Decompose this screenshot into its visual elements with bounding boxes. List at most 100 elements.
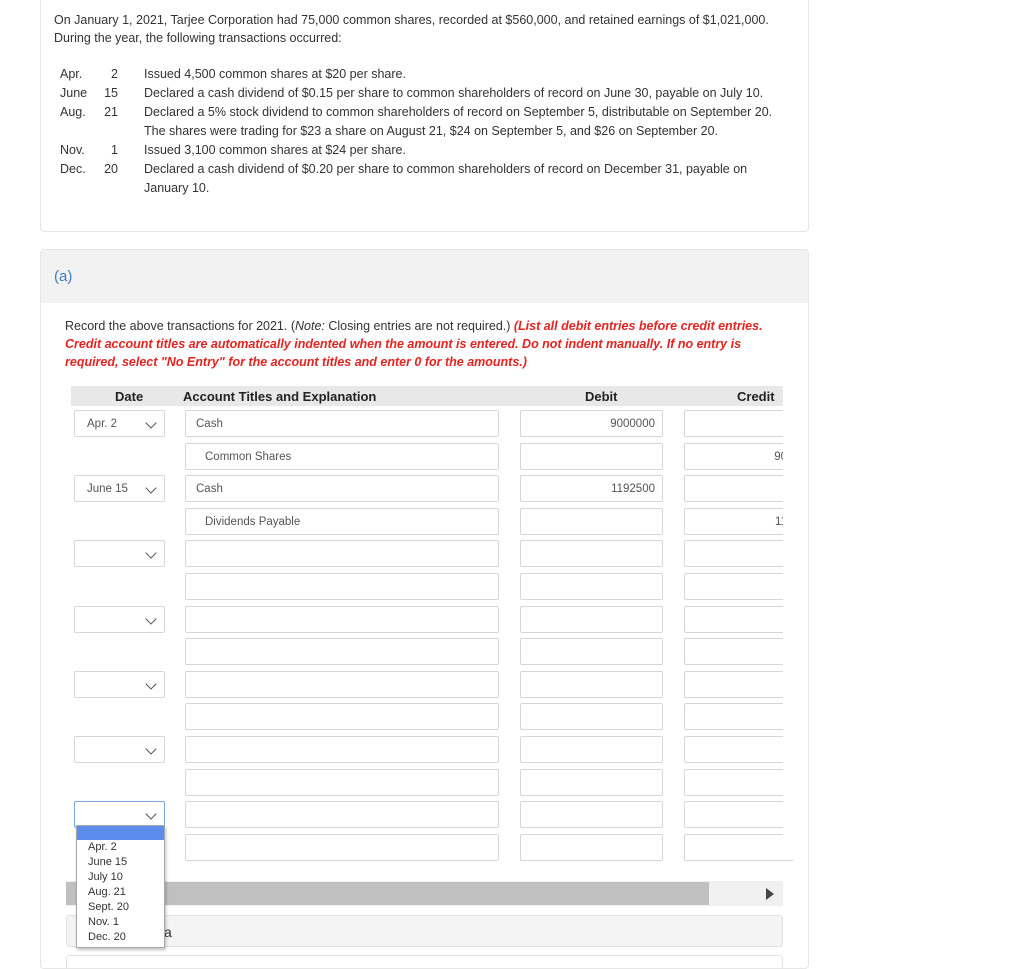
credit-input[interactable]: 11 (684, 507, 794, 535)
journal-line: Dividends Payable 11 (41, 507, 808, 536)
chevron-down-icon[interactable] (138, 672, 164, 697)
problem-intro: On January 1, 2021, Tarjee Corporation h… (54, 13, 769, 45)
transaction-day: 20 (104, 162, 118, 176)
transaction-day: 15 (104, 86, 118, 100)
transaction-day: 21 (104, 105, 118, 119)
credit-input[interactable] (684, 573, 794, 600)
date-option[interactable]: June 15 (77, 855, 164, 870)
table-clip (783, 380, 808, 860)
date-select[interactable] (74, 670, 165, 698)
account-title-input[interactable] (185, 768, 499, 796)
journal-line: June 15 Cash 1192500 (41, 475, 808, 503)
account-title-input[interactable] (185, 703, 499, 731)
debit-input[interactable] (520, 768, 663, 796)
transaction-day: 1 (111, 143, 118, 157)
transaction-item: Nov. 1 Issued 3,100 common shares at $24… (60, 141, 800, 160)
account-title-input[interactable] (185, 638, 499, 666)
transaction-text: Declared a cash dividend of $0.20 per sh… (144, 162, 748, 195)
journal-line: Common Shares 90 (41, 442, 808, 471)
media-section[interactable]: d Media (66, 915, 783, 947)
credit-input[interactable] (684, 410, 794, 437)
date-select-value: June 15 (87, 483, 128, 496)
date-option[interactable]: Apr. 2 (77, 840, 164, 855)
account-title-input[interactable]: Common Shares (185, 442, 499, 470)
debit-input[interactable] (520, 736, 663, 763)
journal-line (41, 573, 808, 601)
account-title-input[interactable] (185, 801, 499, 829)
credit-input[interactable] (684, 638, 794, 666)
journal-line (41, 670, 808, 699)
credit-input[interactable] (684, 833, 794, 861)
account-title-input[interactable]: Cash (185, 475, 499, 503)
date-select[interactable]: Apr. 2 (74, 410, 165, 437)
transaction-text: Issued 4,500 common shares at $20 per sh… (144, 67, 406, 81)
credit-input[interactable] (684, 540, 794, 568)
credit-input[interactable] (684, 475, 794, 503)
account-title-input[interactable] (185, 540, 499, 568)
part-header: (a) (41, 250, 808, 303)
journal-line: Apr. 2 Cash 9000000 (41, 410, 808, 438)
debit-input[interactable] (520, 573, 663, 600)
account-title-input[interactable] (185, 670, 499, 698)
chevron-down-icon[interactable] (138, 476, 164, 501)
date-option[interactable] (77, 826, 164, 840)
debit-input[interactable] (520, 703, 663, 731)
account-title-input[interactable]: Dividends Payable (185, 507, 499, 535)
date-option[interactable]: Sept. 20 (77, 900, 164, 915)
date-option[interactable]: Aug. 21 (77, 885, 164, 900)
debit-input[interactable] (520, 442, 663, 470)
horizontal-scrollbar[interactable] (66, 881, 783, 906)
chevron-down-icon[interactable] (138, 541, 164, 566)
credit-input[interactable] (684, 703, 794, 731)
debit-input[interactable]: 1192500 (520, 475, 663, 503)
credit-input[interactable] (684, 801, 794, 829)
transaction-text: Declared a 5% stock dividend to common s… (144, 105, 773, 138)
account-title-input[interactable] (185, 833, 499, 861)
date-option[interactable]: July 10 (77, 870, 164, 885)
debit-input[interactable] (520, 605, 663, 633)
credit-input[interactable] (684, 736, 794, 763)
debit-input[interactable] (520, 540, 663, 568)
journal-line (41, 605, 808, 634)
instruction-text-2: Closing entries are not required.) (324, 319, 514, 333)
header-date: Date (115, 389, 144, 404)
journal-table-header: Date Account Titles and Explanation Debi… (71, 386, 783, 406)
transaction-text: Issued 3,100 common shares at $24 per sh… (144, 143, 406, 157)
chevron-down-icon[interactable] (138, 607, 164, 632)
credit-input[interactable] (684, 768, 794, 796)
next-section[interactable] (66, 955, 783, 968)
journal-line (41, 703, 808, 731)
account-title-input[interactable] (185, 573, 499, 600)
date-option[interactable]: Nov. 1 (77, 915, 164, 930)
journal-line (41, 540, 808, 568)
credit-input[interactable]: 90 (684, 442, 794, 470)
note-label: Note: (295, 319, 325, 333)
credit-input[interactable] (684, 670, 794, 698)
debit-input[interactable] (520, 507, 663, 535)
chevron-down-icon[interactable] (138, 411, 164, 436)
chevron-down-icon[interactable] (138, 737, 164, 762)
date-select[interactable] (74, 540, 165, 568)
credit-input[interactable] (684, 605, 794, 633)
account-title-input[interactable] (185, 736, 499, 763)
debit-input[interactable] (520, 801, 663, 829)
account-title-input[interactable] (185, 605, 499, 633)
date-dropdown-list[interactable]: Apr. 2 June 15 July 10 Aug. 21 Sept. 20 Nov. … (76, 825, 165, 948)
scroll-right-arrow-icon[interactable] (766, 888, 774, 900)
date-option[interactable]: Dec. 20 (77, 930, 164, 945)
transaction-list: Apr. 2 Issued 4,500 common shares at $20… (60, 65, 800, 198)
date-select[interactable] (74, 736, 165, 763)
journal-line (41, 736, 808, 764)
debit-input[interactable]: 9000000 (520, 410, 663, 437)
debit-input[interactable] (520, 833, 663, 861)
account-title-input[interactable]: Cash (185, 410, 499, 437)
transaction-month: Dec. (60, 162, 86, 176)
instruction-text: Record the above transactions for 2021. … (65, 319, 295, 333)
chevron-down-icon[interactable] (138, 802, 164, 827)
instructions: Record the above transactions for 2021. … (65, 317, 785, 371)
transaction-item: Apr. 2 Issued 4,500 common shares at $20… (60, 65, 800, 84)
date-select[interactable]: June 15 (74, 475, 165, 503)
date-select[interactable] (74, 605, 165, 633)
debit-input[interactable] (520, 638, 663, 666)
debit-input[interactable] (520, 670, 663, 698)
